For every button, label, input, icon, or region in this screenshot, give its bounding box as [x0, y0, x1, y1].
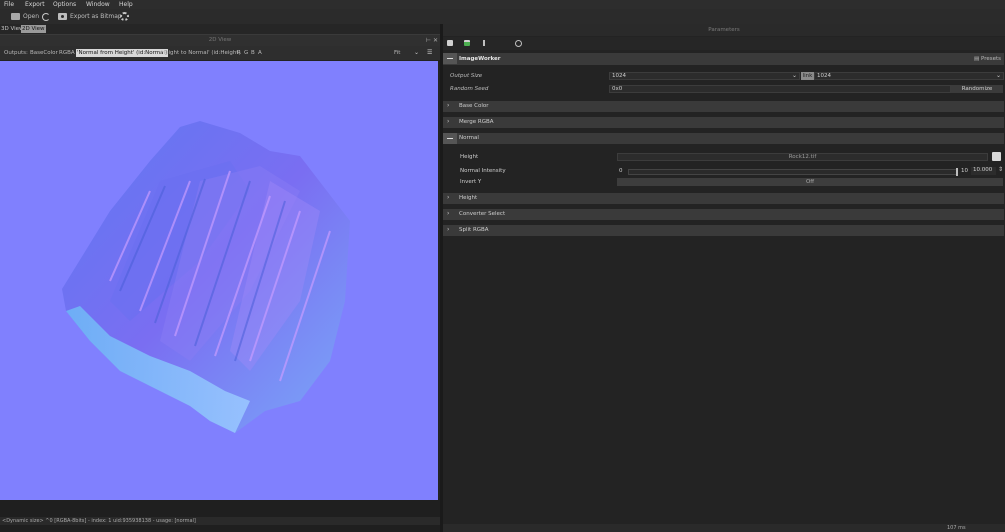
settings-button[interactable] [120, 11, 129, 22]
output-r[interactable]: R [236, 49, 242, 57]
chevron-right-icon: › [447, 194, 450, 201]
output-b[interactable]: B [250, 49, 256, 57]
invert-y-label: Invert Y [460, 179, 482, 185]
view-title: 2D View [208, 37, 232, 43]
status-bar: <Dynamic size> ^0 [RGBA-8bits] - index: … [0, 517, 440, 525]
menu-help[interactable]: Help [119, 1, 133, 8]
random-seed-field[interactable]: 0x0 [609, 85, 951, 93]
open-button[interactable]: Open [11, 11, 39, 22]
camera-icon [58, 13, 67, 20]
random-seed-label: Random Seed [450, 86, 489, 92]
chevron-right-icon: › [447, 102, 450, 109]
output-g[interactable]: G [243, 49, 249, 57]
bucket-icon[interactable] [464, 40, 470, 46]
normal-intensity-label: Normal Intensity [460, 168, 506, 174]
normal-map-image [62, 121, 350, 433]
expand-icon[interactable] [992, 152, 1001, 161]
parameters-header: Parameters [443, 24, 1005, 36]
randomize-button[interactable]: Randomize [951, 85, 1003, 93]
height-input-field[interactable]: Rock12.tif [617, 153, 988, 161]
menu-bar: File Export Options Window Help [0, 0, 1005, 9]
section-label: Height [459, 195, 478, 201]
chevron-right-icon: › [447, 210, 450, 217]
dock-icon[interactable]: ⊢ [426, 37, 431, 44]
output-size-width-value: 1024 [612, 73, 626, 79]
lock-icon[interactable] [447, 40, 453, 46]
output-size-width-select[interactable]: 1024 ⌄ [609, 72, 800, 80]
section-split-rgba[interactable]: › Split RGBA [443, 225, 1004, 236]
history-icon[interactable] [515, 40, 522, 47]
output-height[interactable]: Height to Normal' (id:Height) [160, 49, 242, 57]
pin-icon[interactable] [483, 40, 489, 46]
export-label: Export as Bitmap [70, 13, 122, 20]
spin-arrows-icon[interactable]: ⇕ [998, 166, 1003, 173]
output-size-height-select[interactable]: 1024 ⌄ [814, 72, 1004, 80]
chevron-right-icon: › [447, 118, 450, 125]
tab-2d-view[interactable]: 2D View [21, 25, 46, 33]
parameters-title: Parameters [708, 27, 740, 33]
chevron-down-icon[interactable]: ⌄ [414, 49, 419, 56]
view-title-bar: 2D View ⊢ ✕ [0, 34, 440, 46]
chevron-right-icon: › [447, 226, 450, 233]
intensity-max: 10 [961, 168, 968, 174]
presets-label: Presets [980, 56, 1001, 62]
view-options-icon[interactable]: ☰ [427, 49, 432, 56]
document-icon: ▤ [974, 56, 981, 62]
chevron-down-icon: ⌄ [995, 72, 1001, 79]
collapse-icon[interactable] [443, 133, 457, 144]
gear-icon [120, 12, 129, 21]
menu-options[interactable]: Options [53, 1, 76, 8]
collapse-icon[interactable] [443, 53, 457, 64]
menu-file[interactable]: File [4, 1, 14, 8]
refresh-icon [42, 12, 50, 21]
link-size-button[interactable]: link [801, 72, 814, 80]
menu-window[interactable]: Window [86, 1, 110, 8]
slider-handle[interactable] [956, 168, 958, 176]
invert-y-toggle[interactable]: Off [617, 178, 1003, 186]
timing-label: 107 ms [947, 525, 966, 531]
output-a[interactable]: A [257, 49, 263, 57]
view-tabs: 3D View 2D View [0, 24, 440, 34]
outputs-bar: Outputs: BaseColor RGBA 'Normal from Hei… [0, 46, 440, 60]
output-basecolor[interactable]: BaseColor [29, 49, 59, 57]
section-label: Normal [459, 135, 479, 141]
section-height[interactable]: › Height [443, 193, 1004, 204]
section-normal[interactable]: Normal [443, 133, 1004, 144]
menu-export[interactable]: Export [25, 1, 45, 8]
section-base-color[interactable]: › Base Color [443, 101, 1004, 112]
section-label: Merge RGBA [459, 119, 494, 125]
folder-icon [11, 13, 20, 20]
export-bitmap-button[interactable]: Export as Bitmap [58, 11, 122, 22]
section-label: Split RGBA [459, 227, 489, 233]
presets-button[interactable]: ▤ Presets [974, 56, 1001, 62]
toolbar: Open Export as Bitmap [0, 9, 1005, 25]
refresh-button[interactable] [42, 11, 50, 22]
output-rgba[interactable]: RGBA [58, 49, 76, 57]
close-icon[interactable]: ✕ [433, 37, 438, 44]
intensity-min: 0 [619, 168, 623, 174]
fit-dropdown[interactable]: Fit [393, 49, 401, 57]
intensity-value-field[interactable]: 10.000 [971, 167, 996, 175]
section-converter-select[interactable]: › Converter Select [443, 209, 1004, 220]
viewport-footer [0, 500, 440, 532]
intensity-slider[interactable] [628, 169, 958, 175]
height-label: Height [460, 154, 479, 160]
output-size-label: Output Size [450, 73, 483, 79]
parameters-toolbar [443, 37, 1005, 50]
imageworker-title: ImageWorker [459, 56, 501, 62]
section-merge-rgba[interactable]: › Merge RGBA [443, 117, 1004, 128]
open-label: Open [23, 13, 40, 20]
section-label: Base Color [459, 103, 489, 109]
output-normal[interactable]: 'Normal from Height' (id:Normal) [76, 49, 169, 57]
chevron-down-icon: ⌄ [791, 72, 797, 79]
section-label: Converter Select [459, 211, 506, 217]
outputs-label: Outputs: [4, 50, 28, 56]
output-size-height-value: 1024 [817, 73, 831, 79]
parameters-footer: 107 ms [443, 524, 1005, 532]
normal-map-viewport[interactable] [0, 61, 438, 500]
section-imageworker[interactable]: ImageWorker ▤ Presets [443, 53, 1004, 65]
